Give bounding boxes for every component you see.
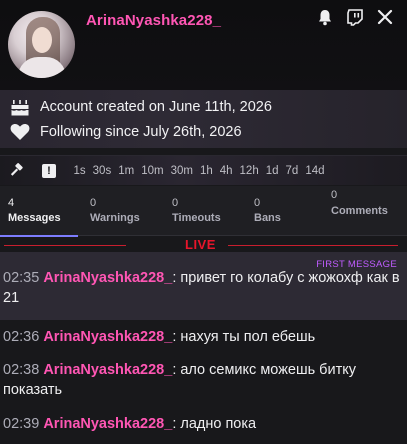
user-info: Account created on June 11th, 2026 Follo… — [0, 90, 407, 148]
message-text: : ладно пока — [172, 416, 257, 432]
tab-label: Comments — [331, 205, 388, 217]
account-created-row: Account created on June 11th, 2026 — [10, 97, 272, 117]
twitch-icon[interactable] — [345, 7, 365, 27]
message-timestamp: 02:36 — [3, 329, 40, 345]
timeout-12h[interactable]: 12h — [236, 165, 262, 177]
message-timestamp: 02:38 — [3, 362, 40, 378]
live-label: LIVE — [185, 237, 216, 252]
moderation-toolbar: ! 1s 30s 1m 10m 30m 1h 4h 12h 1d 7d 14d — [0, 155, 407, 185]
exclamation-icon: ! — [42, 163, 56, 178]
following-since-row: Following since July 26th, 2026 — [10, 122, 242, 142]
timeout-1m[interactable]: 1m — [115, 165, 138, 177]
timeout-1h[interactable]: 1h — [196, 165, 216, 177]
tab-count: 0 — [172, 197, 179, 209]
tab-count: 0 — [90, 197, 97, 209]
user-card-tabs: 4 Messages 0 Warnings 0 Timeouts 0 Bans … — [0, 186, 407, 237]
timeout-options: 1s 30s 1m 10m 30m 1h 4h 12h 1d 7d 14d — [70, 165, 328, 177]
message-username[interactable]: ArinaNyashka228_ — [43, 270, 172, 286]
timeout-1d[interactable]: 1d — [262, 165, 282, 177]
message-username[interactable]: ArinaNyashka228_ — [43, 362, 172, 378]
tab-label: Timeouts — [172, 212, 221, 224]
timeout-1s[interactable]: 1s — [70, 165, 89, 177]
tab-warnings[interactable]: 0 Warnings — [82, 186, 164, 236]
bell-icon[interactable] — [315, 7, 335, 27]
account-created-text: Account created on June 11th, 2026 — [40, 99, 272, 115]
message-timestamp: 02:35 — [3, 270, 40, 286]
timeout-7d[interactable]: 7d — [282, 165, 302, 177]
cake-icon — [10, 97, 30, 117]
close-icon[interactable] — [375, 7, 395, 27]
first-message-badge: FIRST MESSAGE — [316, 259, 397, 270]
username[interactable]: ArinaNyashka228_ — [86, 12, 221, 29]
tab-label: Bans — [254, 212, 281, 224]
message-text: : нахуя ты пол ебешь — [172, 329, 316, 345]
tab-count: 0 — [331, 189, 338, 201]
tab-label: Messages — [8, 212, 61, 224]
timeout-14d[interactable]: 14d — [302, 165, 328, 177]
ban-hammer-icon[interactable] — [0, 156, 34, 186]
warn-button[interactable]: ! — [34, 156, 64, 186]
user-card: ArinaNyashka228_ Account created on June… — [0, 0, 407, 444]
user-card-header: ArinaNyashka228_ — [0, 0, 407, 90]
chat-message[interactable]: 02:36 ArinaNyashka228_: нахуя ты пол ебе… — [0, 327, 407, 347]
message-timestamp: 02:39 — [3, 416, 40, 432]
timeout-30m[interactable]: 30m — [167, 165, 196, 177]
tab-count: 0 — [254, 197, 261, 209]
tab-messages[interactable]: 4 Messages — [0, 186, 82, 237]
tab-timeouts[interactable]: 0 Timeouts — [164, 186, 246, 236]
following-since-text: Following since July 26th, 2026 — [40, 124, 242, 140]
avatar[interactable] — [8, 11, 75, 78]
timeout-10m[interactable]: 10m — [138, 165, 167, 177]
tab-bans[interactable]: 0 Bans — [246, 186, 326, 236]
timeout-30s[interactable]: 30s — [89, 165, 115, 177]
chat-message[interactable]: 02:38 ArinaNyashka228_: ало семикс можеш… — [0, 360, 407, 400]
message-username[interactable]: ArinaNyashka228_ — [43, 329, 172, 345]
chat-message[interactable]: FIRST MESSAGE 02:35 ArinaNyashka228_: пр… — [0, 252, 407, 320]
header-actions — [315, 7, 395, 27]
heart-icon — [10, 122, 30, 142]
chat-message[interactable]: 02:39 ArinaNyashka228_: ладно пока — [0, 414, 407, 434]
timeout-4h[interactable]: 4h — [216, 165, 236, 177]
message-username[interactable]: ArinaNyashka228_ — [43, 416, 172, 432]
tab-count: 4 — [8, 197, 15, 209]
tab-comments[interactable]: 0 Comments — [326, 186, 407, 236]
tab-label: Warnings — [90, 212, 140, 224]
